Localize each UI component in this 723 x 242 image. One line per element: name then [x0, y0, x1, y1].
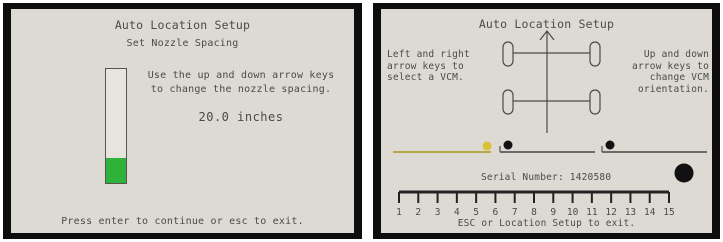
serial-number-label: Serial Number: [481, 172, 564, 183]
scale-number-8: 8 [531, 207, 537, 218]
nozzle-scale: 1 2 3 4 5 6 7 8 9 10 11 12 13 14 15 [396, 190, 675, 218]
serial-number: Serial Number: 1420580 [481, 172, 611, 183]
vcm-diagram: 1 2 3 4 5 6 7 8 9 10 11 12 13 14 15 [393, 30, 707, 218]
scale-number-10: 10 [567, 207, 579, 218]
left-title: Auto Location Setup [114, 18, 251, 32]
front-left-wheel-icon [502, 41, 514, 67]
nozzle-spacing-meter-fill [106, 157, 126, 183]
scale-number-4: 4 [454, 207, 460, 218]
scale-number-6: 6 [493, 207, 499, 218]
vcm-large-icon[interactable] [674, 163, 694, 183]
front-right-wheel-icon [589, 41, 601, 67]
scale-number-9: 9 [550, 207, 556, 218]
nozzle-spacing-meter[interactable] [105, 68, 127, 184]
vcm-icon[interactable] [605, 140, 615, 150]
scale-number-1: 1 [396, 207, 402, 218]
rear-left-wheel-icon [502, 89, 514, 115]
scale-number-12: 12 [605, 207, 616, 218]
left-instruction: Use the up and down arrow keys to change… [147, 70, 335, 95]
scale-number-14: 14 [644, 207, 656, 218]
scale-number-7: 7 [512, 207, 518, 218]
left-display: Auto Location Setup Set Nozzle Spacing U… [11, 9, 354, 233]
scale-number-11: 11 [586, 207, 598, 218]
rear-right-wheel-icon [589, 89, 601, 115]
nozzle-spacing-value: 20.0 inches [198, 110, 284, 124]
left-footer: Press enter to continue or esc to exit. [61, 216, 304, 227]
vcm-selected-icon[interactable] [482, 141, 492, 151]
scale-number-15: 15 [663, 207, 674, 218]
right-footer: ESC or Location Setup to exit. [457, 218, 636, 229]
left-subtitle: Set Nozzle Spacing [126, 38, 239, 49]
left-screen: Auto Location Setup Set Nozzle Spacing U… [3, 3, 362, 239]
vcm-icon[interactable] [503, 140, 513, 150]
scale-number-3: 3 [435, 207, 441, 218]
scale-number-13: 13 [625, 207, 636, 218]
scale-number-5: 5 [473, 207, 479, 218]
serial-number-value: 1420580 [569, 172, 612, 183]
scale-number-2: 2 [415, 207, 421, 218]
right-display: Auto Location Setup Left and right arrow… [381, 9, 712, 233]
right-screen: Auto Location Setup Left and right arrow… [373, 3, 720, 239]
